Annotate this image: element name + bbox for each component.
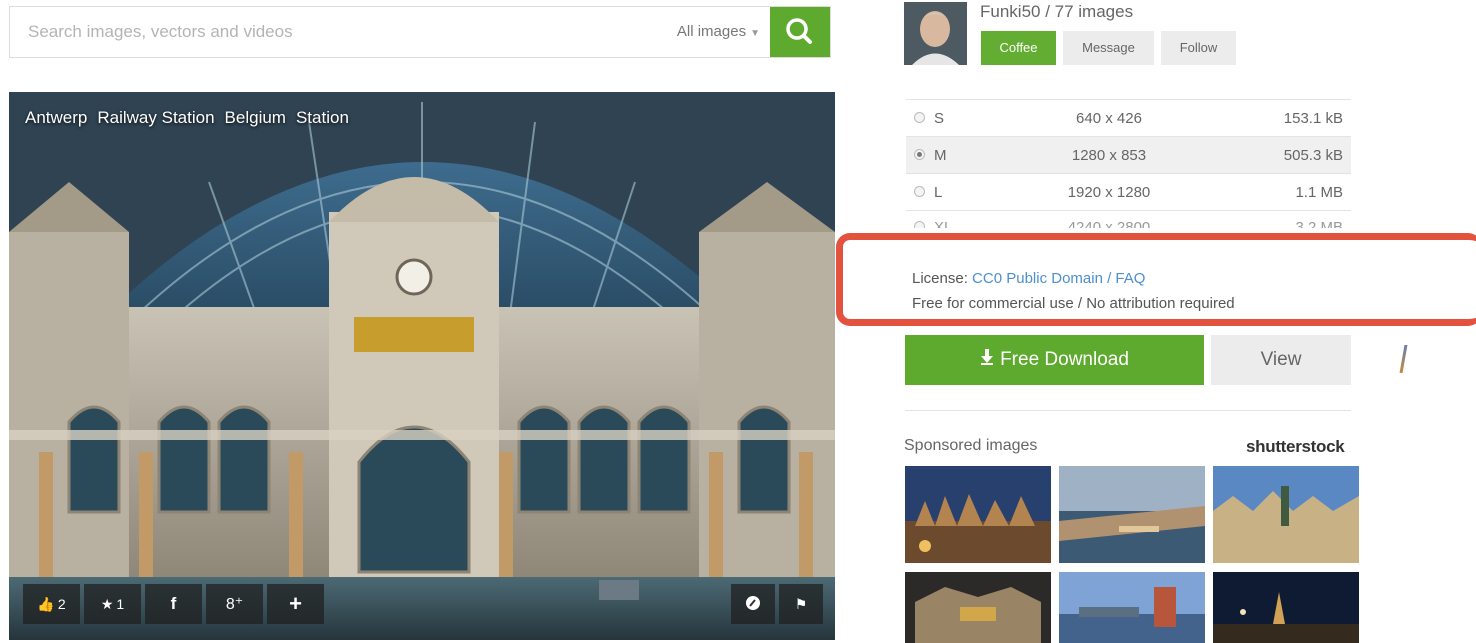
size-label: XL: [934, 219, 953, 228]
search-icon: [786, 18, 812, 44]
report-button[interactable]: ⚑: [779, 584, 823, 624]
photo-action-bar-right: ⚑: [731, 584, 823, 624]
size-filesize: 3.2 MB: [1295, 219, 1343, 228]
divider: [905, 410, 1351, 411]
search-bar: All images▼: [9, 6, 831, 58]
size-dimensions: 1920 x 1280: [1067, 183, 1151, 201]
message-button[interactable]: Message: [1063, 31, 1154, 65]
google-plus-icon: 8⁺: [225, 596, 244, 613]
author-name[interactable]: Funki50 / 77 images: [980, 2, 1133, 22]
follow-button[interactable]: Follow: [1161, 31, 1236, 65]
avatar[interactable]: [904, 2, 967, 65]
tag-list: Antwerp Railway Station Belgium Station: [25, 108, 349, 128]
facebook-share-button[interactable]: f: [145, 584, 202, 624]
size-option-row[interactable]: XL 4240 x 2800 3.2 MB: [906, 210, 1351, 228]
free-download-label: Free Download: [1000, 349, 1129, 370]
tag-link[interactable]: Station: [296, 108, 349, 128]
sponsored-thumbnail[interactable]: [905, 466, 1051, 563]
size-radio[interactable]: [914, 111, 925, 123]
favorite-count: 1: [116, 596, 125, 612]
size-filesize: 153.1 kB: [1283, 109, 1343, 127]
chevron-down-icon: ▼: [750, 28, 760, 39]
size-option-row[interactable]: S 640 x 426 153.1 kB: [906, 99, 1351, 136]
tag-link[interactable]: Railway Station: [97, 108, 214, 128]
size-label: M: [934, 146, 947, 164]
gplus-share-button[interactable]: 8⁺: [206, 584, 263, 624]
sponsored-thumbnail[interactable]: [1213, 466, 1359, 563]
railway-station-image: [9, 92, 835, 640]
shutterstock-logo[interactable]: shutterstock: [1246, 437, 1345, 457]
size-radio[interactable]: [914, 148, 925, 160]
size-option-row[interactable]: L 1920 x 1280 1.1 MB: [906, 173, 1351, 210]
size-filesize: 505.3 kB: [1283, 146, 1343, 164]
size-radio[interactable]: [914, 221, 925, 228]
sponsored-thumbnail[interactable]: [905, 572, 1051, 643]
tag-link[interactable]: Belgium: [225, 108, 286, 128]
sponsored-title: Sponsored images: [904, 437, 1038, 454]
decorative-stroke: [1399, 345, 1408, 373]
sponsored-thumbnail[interactable]: [1059, 466, 1205, 563]
plus-icon: +: [289, 591, 302, 616]
size-label: L: [934, 183, 943, 201]
size-option-row[interactable]: M 1280 x 853 505.3 kB: [906, 136, 1351, 173]
size-options-table: S 640 x 426 153.1 kB M 1280 x 853 505.3 …: [906, 99, 1351, 228]
size-radio[interactable]: [914, 185, 925, 197]
size-dimensions: 1280 x 853: [1071, 146, 1147, 164]
more-share-button[interactable]: +: [267, 584, 324, 624]
search-input[interactable]: [10, 7, 630, 57]
star-icon: ★: [100, 595, 114, 612]
highlight-annotation-box: [836, 233, 1476, 326]
free-download-button[interactable]: Free Download: [905, 335, 1204, 385]
size-filesize: 1.1 MB: [1295, 183, 1343, 201]
search-button[interactable]: [770, 7, 830, 57]
like-button[interactable]: 👍 2: [23, 584, 80, 624]
tag-link[interactable]: Antwerp: [25, 108, 87, 128]
size-dimensions: 4240 x 2800: [1067, 219, 1151, 228]
view-button[interactable]: View: [1211, 335, 1351, 385]
image-type-label: All images: [676, 23, 747, 40]
flag-icon: ⚑: [794, 595, 808, 612]
size-label: S: [934, 109, 945, 127]
facebook-icon: f: [170, 594, 177, 613]
size-dimensions: 640 x 426: [1076, 109, 1142, 127]
like-count: 2: [57, 596, 66, 612]
sponsored-thumbnail[interactable]: [1059, 572, 1205, 643]
main-photo: Antwerp Railway Station Belgium Station …: [9, 92, 835, 640]
image-type-dropdown[interactable]: All images ▼: [677, 7, 760, 57]
edit-button[interactable]: [731, 584, 775, 624]
favorite-button[interactable]: ★ 1: [84, 584, 141, 624]
coffee-button[interactable]: Coffee: [981, 31, 1056, 65]
sponsored-thumbnail[interactable]: [1213, 572, 1359, 643]
photo-action-bar: 👍 2 ★ 1 f 8⁺ +: [23, 584, 324, 624]
pencil-circle-icon: [745, 595, 761, 614]
thumbs-up-icon: 👍: [37, 595, 55, 612]
download-arrow-icon: [980, 349, 994, 371]
